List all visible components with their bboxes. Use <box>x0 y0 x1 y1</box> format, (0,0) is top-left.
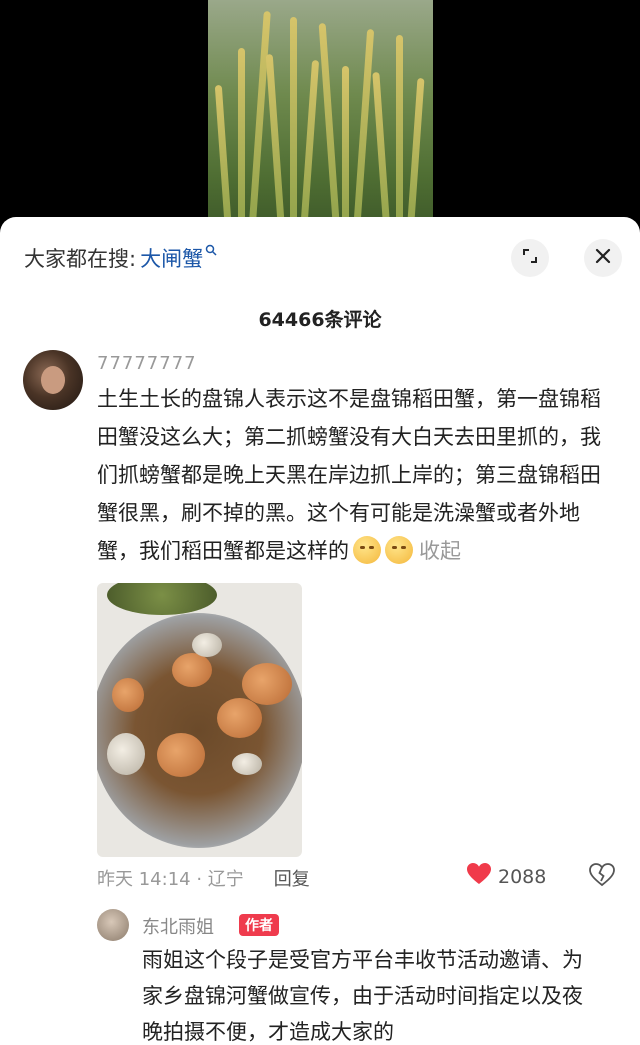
like-button[interactable]: 2088 <box>466 862 546 891</box>
comment-sheet: 大家都在搜: 大闸蟹 64466条评论 77777777 土生土长的盘锦人表示这… <box>0 217 640 1045</box>
reply-button[interactable]: 回复 <box>274 865 310 891</box>
broken-heart-icon[interactable] <box>589 863 615 893</box>
video-frame-rice-field <box>208 0 433 235</box>
rice-stalk <box>299 59 320 235</box>
comment-time-location: 昨天 14:14 · 辽宁 <box>97 869 244 890</box>
smirk-emoji-icon <box>385 536 413 564</box>
rice-stalk <box>406 77 425 235</box>
rice-stalk <box>352 29 375 235</box>
rice-stalk <box>396 35 403 235</box>
comment-image-crabs[interactable] <box>97 583 302 857</box>
rice-stalk <box>214 84 233 235</box>
avatar[interactable] <box>23 350 83 410</box>
rice-stalk <box>248 11 271 235</box>
rice-stalk <box>238 48 245 235</box>
rice-stalk <box>372 71 391 235</box>
expand-icon <box>521 247 539 269</box>
rice-stalk <box>290 17 297 235</box>
rice-stalk <box>318 23 341 235</box>
comment-meta: 昨天 14:14 · 辽宁 回复 <box>97 865 310 891</box>
comment-count-title: 64466条评论 <box>258 309 382 331</box>
video-player[interactable] <box>0 0 640 235</box>
collapse-link[interactable]: 收起 <box>419 539 461 563</box>
like-count: 2088 <box>498 865 547 888</box>
smirk-emoji-icon <box>353 536 381 564</box>
heart-icon <box>466 862 492 891</box>
rice-stalk <box>265 53 286 235</box>
close-button[interactable] <box>584 239 622 277</box>
reply-username[interactable]: 东北雨姐 <box>142 913 214 939</box>
search-icon <box>205 244 217 260</box>
comment-body: 土生土长的盘锦人表示这不是盘锦稻田蟹，第一盘锦稻田蟹没这么大；第二抓螃蟹没有大白… <box>97 387 601 563</box>
rice-stalk <box>342 66 349 235</box>
comment-text: 土生土长的盘锦人表示这不是盘锦稻田蟹，第一盘锦稻田蟹没这么大；第二抓螃蟹没有大白… <box>97 380 607 570</box>
search-term-link[interactable]: 大闸蟹 <box>140 243 203 273</box>
search-prefix-label: 大家都在搜: <box>24 247 137 271</box>
reply-avatar[interactable] <box>97 909 129 941</box>
comment-username[interactable]: 77777777 <box>97 353 197 374</box>
reply-text: 雨姐这个段子是受官方平台丰收节活动邀请、为家乡盘锦河蟹做宣传，由于活动时间指定以… <box>142 948 583 1044</box>
author-badge: 作者 <box>239 914 279 936</box>
expand-button[interactable] <box>511 239 549 277</box>
search-suggestion[interactable]: 大家都在搜: 大闸蟹 <box>24 243 217 273</box>
close-icon <box>594 246 612 271</box>
